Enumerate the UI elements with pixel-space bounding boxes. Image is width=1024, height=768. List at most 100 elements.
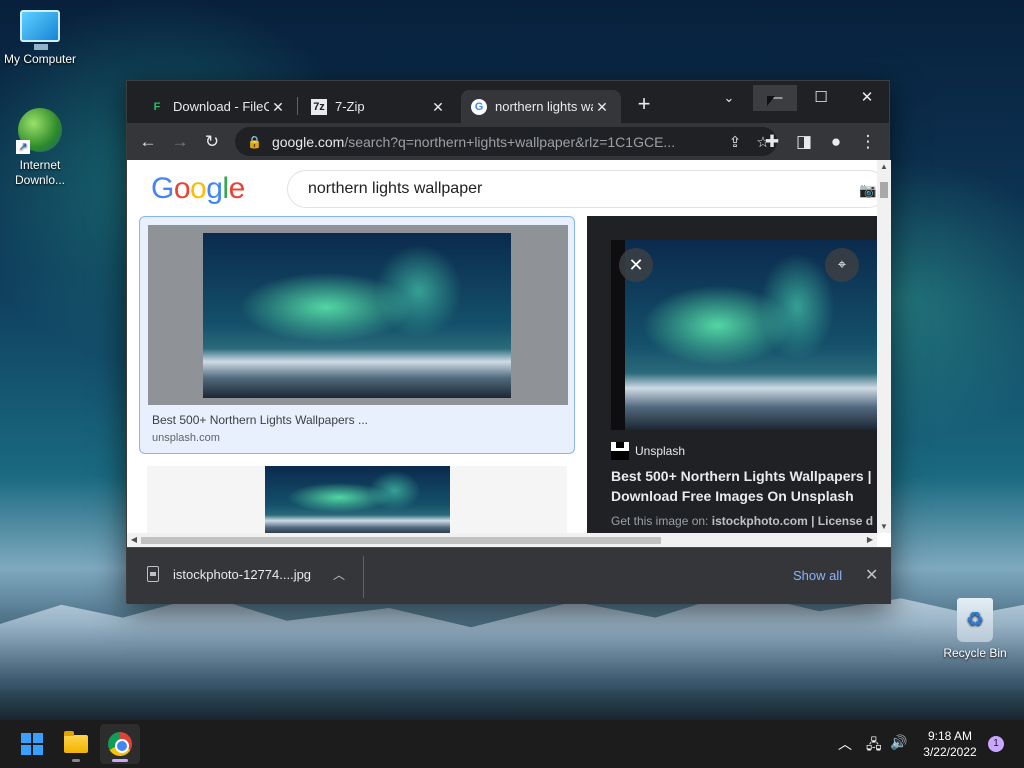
- lens-search-icon[interactable]: ⌖: [825, 248, 859, 282]
- aurora-thumbnail-image[interactable]: [203, 233, 511, 398]
- desktop-icon-label: My Computer: [3, 52, 77, 66]
- minimize-button[interactable]: —: [753, 85, 797, 111]
- forward-arrow-icon[interactable]: →: [167, 129, 193, 155]
- close-icon[interactable]: ✕: [865, 565, 878, 585]
- tab-separator: [297, 97, 298, 115]
- recycle-bin-icon: ♻: [957, 598, 993, 642]
- start-button[interactable]: [12, 724, 52, 764]
- aurora-thumbnail-image[interactable]: [265, 466, 450, 536]
- scrollbar-thumb[interactable]: [141, 537, 661, 544]
- idm-icon: ↗: [16, 108, 62, 154]
- lock-icon[interactable]: 🔒: [247, 135, 262, 149]
- running-indicator: [72, 759, 80, 762]
- scroll-up-arrow-icon[interactable]: ▲: [877, 162, 891, 171]
- chevron-up-icon[interactable]: ︿: [838, 734, 852, 754]
- logo-letter: o: [173, 172, 191, 205]
- desktop-icon-recycle-bin[interactable]: ♻ Recycle Bin: [935, 598, 1015, 660]
- chrome-icon: [108, 732, 132, 756]
- google-logo[interactable]: Google: [151, 172, 245, 206]
- preview-title[interactable]: Best 500+ Northern Lights Wallpapers | D…: [611, 466, 877, 506]
- tab-google-search[interactable]: G northern lights wa ✕: [461, 90, 621, 123]
- result-title[interactable]: Best 500+ Northern Lights Wallpapers ...: [152, 413, 368, 427]
- image-preview-panel: ✕ ⌖ Unsplash Best 500+ Northern Lights W…: [587, 216, 877, 536]
- desktop-icon-label: Recycle Bin: [943, 646, 1007, 660]
- volume-icon[interactable]: 🔊: [890, 734, 907, 751]
- scroll-right-arrow-icon[interactable]: ▶: [863, 533, 877, 547]
- show-all-link[interactable]: Show all: [793, 568, 842, 583]
- license-site-link[interactable]: istockphoto.com: [712, 514, 808, 528]
- tab-title: northern lights wa: [495, 99, 593, 114]
- menu-kebab-icon[interactable]: ⋮: [855, 129, 881, 155]
- close-button[interactable]: ✕: [845, 85, 889, 111]
- result-source: unsplash.com: [152, 432, 220, 444]
- tab-filecr[interactable]: F Download - FileCR ✕: [139, 90, 297, 123]
- url-domain: google.com: [271, 133, 345, 150]
- close-icon[interactable]: ✕: [619, 248, 653, 282]
- preview-source[interactable]: Unsplash: [611, 442, 685, 460]
- image-result-card[interactable]: Best 500+ Northern Lights Wallpapers ...…: [139, 216, 575, 454]
- chrome-window: F Download - FileCR ✕ 7z 7-Zip ✕ G north…: [126, 80, 891, 604]
- page-content: Google northern lights wallpaper 📷 Best …: [127, 160, 891, 547]
- license-prefix: Get this image on:: [611, 514, 709, 528]
- notification-badge[interactable]: 1: [988, 736, 1004, 752]
- desktop-icon-internet-download-manager[interactable]: ↗ Internet Downlo...: [0, 108, 80, 188]
- logo-letter: e: [228, 172, 246, 205]
- back-arrow-icon[interactable]: ←: [135, 129, 161, 155]
- side-panel-icon[interactable]: ◨: [791, 129, 817, 155]
- license-link[interactable]: | License d: [811, 514, 873, 528]
- preview-title-line: Download Free Images On Unsplash: [611, 488, 854, 504]
- scrollbar-thumb[interactable]: [880, 182, 888, 198]
- download-filename: istockphoto-12774....jpg: [173, 566, 312, 582]
- preview-title-line: Best 500+ Northern Lights Wallpapers |: [611, 468, 872, 484]
- share-icon[interactable]: ⇪: [721, 133, 749, 151]
- url-path: /search?q=northern+lights+wallpaper&rlz=…: [344, 133, 676, 150]
- license-info: Get this image on: istockphoto.com | Lic…: [611, 514, 873, 528]
- wallpaper-water: [0, 690, 1024, 720]
- divider: [363, 556, 364, 598]
- source-name: Unsplash: [635, 444, 686, 458]
- tab-close-icon[interactable]: ✕: [269, 98, 287, 116]
- mouse-cursor: [767, 96, 775, 106]
- shortcut-arrow-icon: ↗: [16, 140, 30, 154]
- browser-toolbar: ← → ↻ 🔒 google.com/search?q=northern+lig…: [127, 123, 889, 160]
- maximize-button[interactable]: ☐: [799, 85, 843, 111]
- desktop-icon-label: Internet Downlo...: [14, 158, 66, 187]
- desktop-icon-my-computer[interactable]: My Computer: [0, 10, 80, 66]
- google-search-input[interactable]: northern lights wallpaper: [287, 170, 887, 208]
- clock-date: 3/22/2022: [923, 745, 977, 759]
- download-item[interactable]: istockphoto-12774....jpg: [147, 566, 311, 582]
- horizontal-scrollbar[interactable]: ◀ ▶: [127, 533, 877, 547]
- 7zip-icon: 7z: [311, 98, 327, 115]
- tab-close-icon[interactable]: ✕: [593, 98, 611, 116]
- reload-icon[interactable]: ↻: [199, 129, 225, 155]
- profile-avatar-icon[interactable]: ●: [823, 129, 849, 155]
- active-indicator: [112, 759, 128, 762]
- address-bar[interactable]: 🔒 google.com/search?q=northern+lights+wa…: [235, 127, 777, 156]
- google-icon: G: [471, 98, 487, 115]
- taskbar-chrome[interactable]: [100, 724, 140, 764]
- taskbar: ︿ 🖧 🔊 9:18 AM 3/22/2022 1: [0, 720, 1024, 768]
- folder-icon: [64, 731, 88, 753]
- scroll-down-arrow-icon[interactable]: ▼: [877, 522, 891, 531]
- extensions-puzzle-icon[interactable]: ✚: [759, 129, 785, 155]
- clock-time: 9:18 AM: [927, 729, 973, 743]
- new-tab-button[interactable]: +: [633, 93, 655, 116]
- tab-7zip[interactable]: 7z 7-Zip ✕: [301, 90, 457, 123]
- taskbar-file-explorer[interactable]: [56, 724, 96, 764]
- url-text: google.com/search?q=northern+lights+wall…: [272, 134, 721, 150]
- file-icon: [147, 566, 159, 582]
- vertical-scrollbar[interactable]: ▲ ▼: [877, 160, 891, 533]
- chevron-up-icon[interactable]: ︿: [333, 566, 345, 583]
- windows-logo-icon: [21, 733, 43, 755]
- unsplash-logo-icon: [611, 442, 629, 460]
- system-clock[interactable]: 9:18 AM 3/22/2022: [920, 728, 980, 760]
- network-icon[interactable]: 🖧: [866, 734, 882, 758]
- camera-search-icon[interactable]: 📷: [859, 182, 876, 199]
- computer-icon: [20, 10, 60, 50]
- tab-search-chevron-icon[interactable]: ⌄: [707, 85, 751, 111]
- filecr-icon: F: [153, 100, 161, 113]
- tab-title: 7-Zip: [335, 99, 365, 114]
- image-result-card[interactable]: [147, 466, 567, 536]
- tab-close-icon[interactable]: ✕: [429, 98, 447, 116]
- scroll-left-arrow-icon[interactable]: ◀: [127, 533, 141, 547]
